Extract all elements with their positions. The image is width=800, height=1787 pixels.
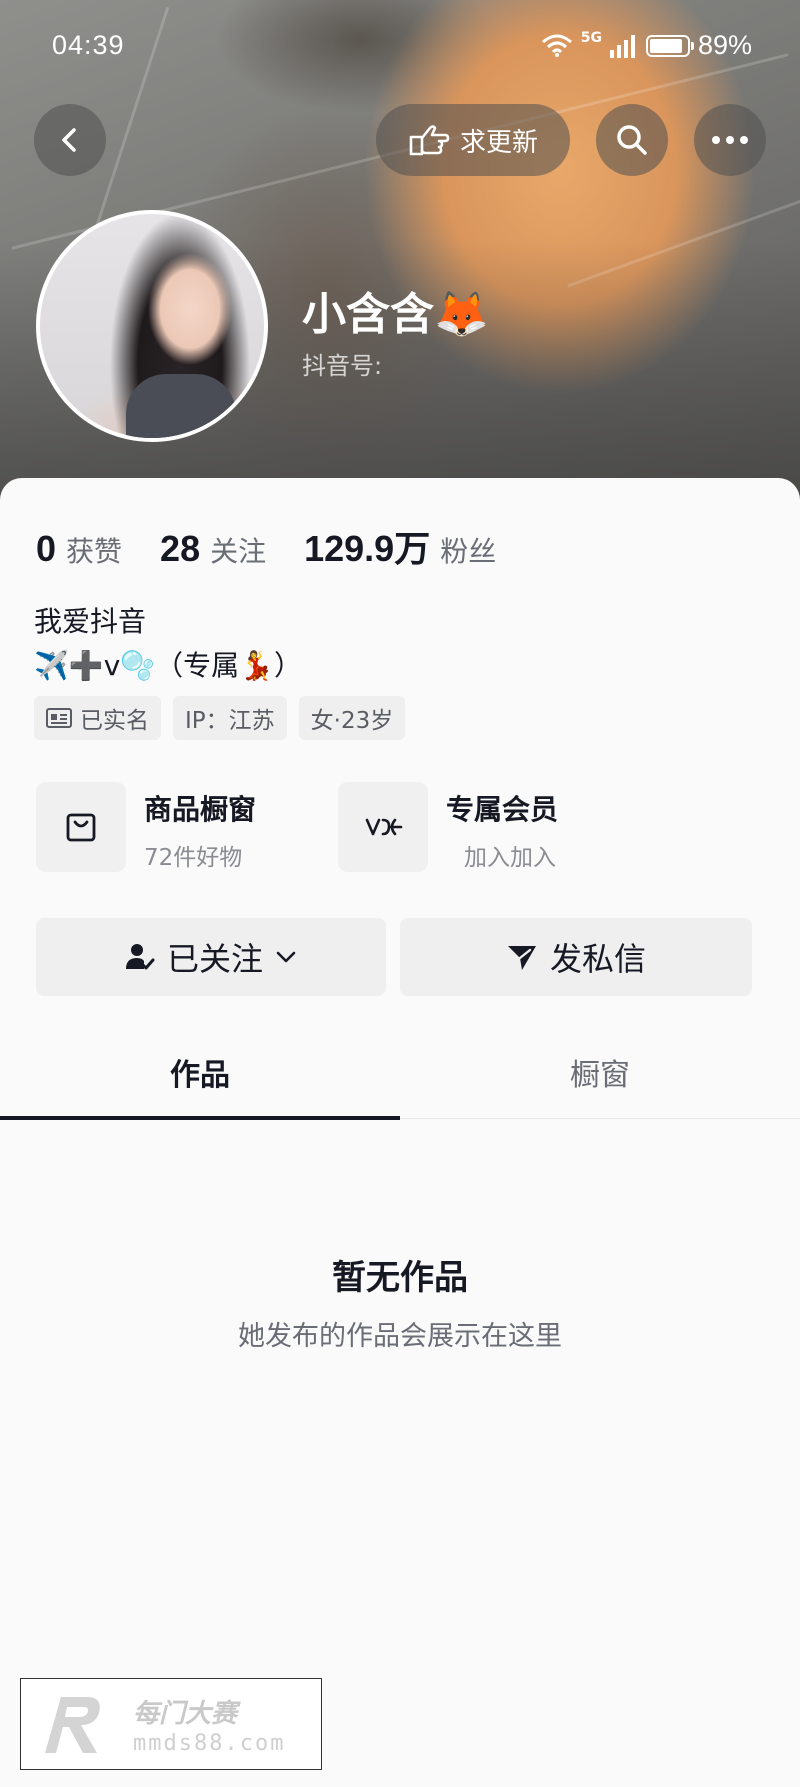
following-count[interactable]: 28: [160, 528, 200, 570]
shop-icon-box: [36, 782, 126, 872]
send-arrow-icon: [507, 946, 536, 970]
bio-line-1: 我爱抖音: [34, 605, 147, 638]
send-message-button[interactable]: 发私信: [400, 918, 752, 996]
more-button[interactable]: [694, 104, 766, 176]
avatar[interactable]: [36, 210, 268, 442]
chevron-left-icon: [62, 128, 76, 152]
content-tabs: 作品 橱窗: [0, 1040, 800, 1120]
ip-label: IP：江苏: [185, 708, 275, 734]
verified-label: 已实名: [80, 708, 149, 734]
verified-tag: 已实名: [34, 696, 161, 740]
watermark-logo: [45, 1697, 100, 1753]
username: 小含含🦊: [302, 289, 489, 340]
battery-icon: [645, 34, 694, 57]
tab-shop-window[interactable]: 橱窗: [400, 1050, 800, 1094]
shop-window-entry[interactable]: 商品橱窗 72件好物: [36, 782, 256, 872]
battery-percent: 89%: [697, 30, 752, 60]
following-button[interactable]: 已关注: [36, 918, 386, 996]
member-title: 专属会员: [446, 793, 559, 826]
likes-count[interactable]: 0: [36, 528, 56, 570]
shopping-bag-icon: [66, 813, 96, 842]
send-message-label: 发私信: [549, 940, 646, 978]
empty-state-title: 暂无作品: [332, 1258, 468, 1298]
likes-label: 获赞: [66, 535, 123, 568]
followers-count[interactable]: 129.9万: [304, 520, 430, 572]
active-tab-indicator: [0, 1116, 400, 1120]
watermark-url: mmds88.com: [133, 1731, 286, 1756]
profile-stats: 0 获赞 28 关注 129.9万 粉丝: [36, 520, 534, 572]
member-icon-box: [338, 782, 428, 872]
shop-window-subtitle: 72件好物: [144, 845, 243, 871]
tab-works[interactable]: 作品: [0, 1050, 400, 1094]
shop-window-title: 商品橱窗: [144, 793, 257, 826]
following-label: 关注: [210, 535, 267, 568]
empty-state-subtitle: 她发布的作品会展示在这里: [238, 1321, 562, 1352]
following-button-label: 已关注: [166, 940, 263, 978]
request-update-button[interactable]: 求更新: [376, 104, 570, 176]
search-icon: [617, 125, 647, 155]
request-update-label: 求更新: [459, 127, 538, 158]
profile-tags: 已实名 IP：江苏 女·23岁: [34, 696, 406, 740]
network-type: 5G: [580, 30, 602, 46]
search-button[interactable]: [596, 104, 668, 176]
gender-age-label: 女·23岁: [310, 708, 394, 734]
wifi-icon: [541, 34, 572, 57]
watermark-text: 每门大赛: [133, 1699, 238, 1729]
user-check-icon: [125, 944, 155, 970]
status-bar: 04:39 5G 89%: [0, 28, 800, 64]
id-card-icon: [46, 708, 72, 728]
member-infinity-icon: [365, 818, 403, 836]
more-dots-icon: [712, 136, 748, 144]
member-subtitle: 加入加入: [464, 845, 556, 871]
chevron-down-icon: [276, 951, 296, 963]
status-time: 04:39: [52, 30, 125, 60]
douyin-id-label: 抖音号:: [302, 352, 383, 380]
pointing-hand-icon: [409, 125, 450, 156]
member-entry[interactable]: 专属会员 加入加入: [338, 782, 558, 872]
ip-tag: IP：江苏: [173, 696, 287, 740]
signal-icon: [609, 34, 635, 58]
site-watermark: 每门大赛 mmds88.com: [20, 1678, 322, 1770]
followers-label: 粉丝: [440, 535, 497, 568]
back-button[interactable]: [34, 104, 106, 176]
bio-line-2: ✈️➕v🫧（专属💃）: [34, 649, 303, 682]
gender-age-tag: 女·23岁: [298, 696, 406, 740]
